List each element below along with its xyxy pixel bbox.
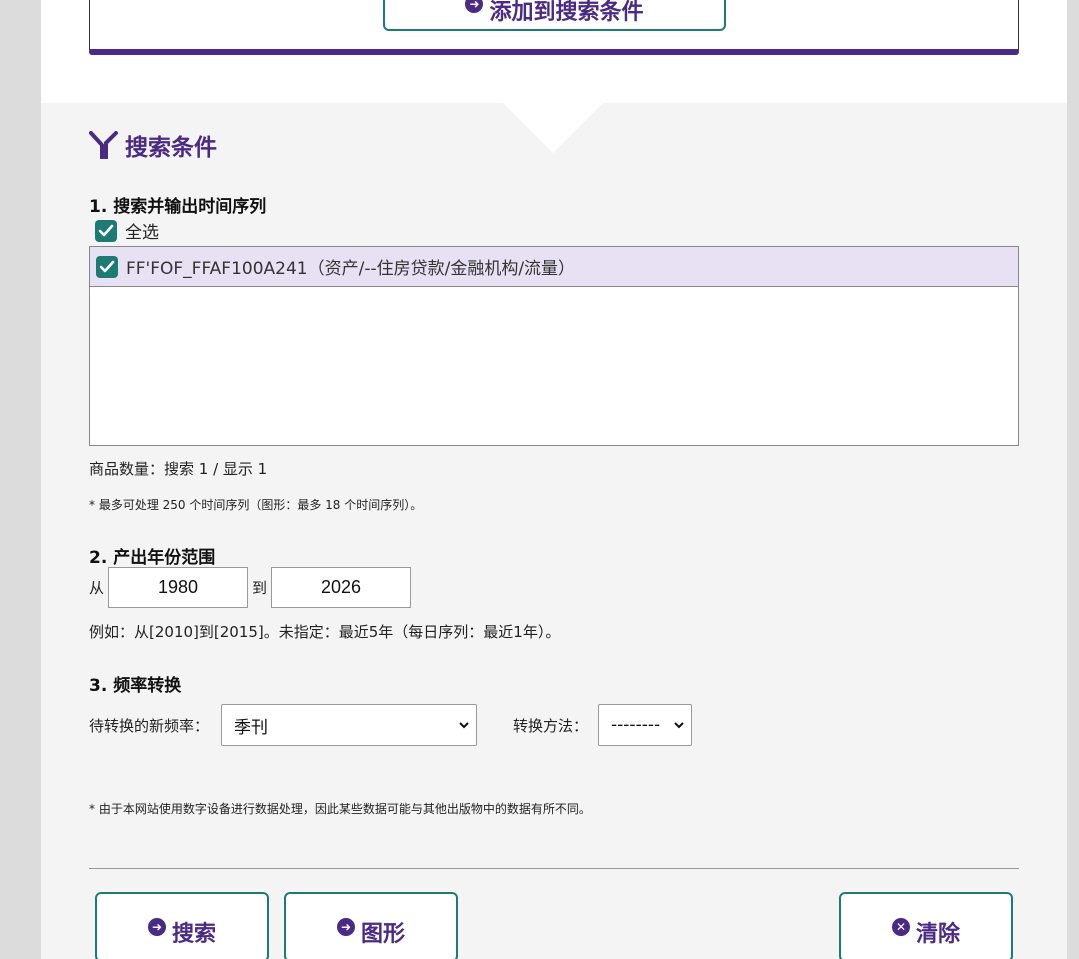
- series-list[interactable]: FF'FOF_FFAF100A241（资产/--住房贷款/金融机构/流量）: [89, 246, 1019, 446]
- graph-button[interactable]: ➜ 图形: [284, 892, 458, 959]
- year-example: 例如：从[2010]到[2015]。未指定：最近5年（每日序列：最近1年）。: [89, 623, 561, 641]
- search-button[interactable]: ➜ 搜索: [95, 892, 269, 959]
- select-all-label: 全选: [125, 223, 159, 243]
- arrow-circle-icon: ➜: [336, 918, 355, 936]
- step3-heading: 3. 频率转换: [89, 676, 182, 696]
- top-area: ➜ 添加到搜索条件: [41, 0, 1067, 103]
- step1-heading: 1. 搜索并输出时间序列: [89, 197, 267, 217]
- arrow-circle-icon: ➜: [147, 918, 166, 936]
- graph-button-label: 图形: [360, 922, 405, 947]
- clear-button[interactable]: ✕ 清除: [839, 892, 1013, 959]
- from-year-input[interactable]: [108, 567, 249, 608]
- series-item-label: FF'FOF_FFAF100A241（资产/--住房贷款/金融机构/流量）: [126, 259, 576, 279]
- method-value: --------: [611, 715, 661, 735]
- chevron-down-icon: [459, 722, 469, 729]
- new-frequency-value: 季刊: [234, 717, 269, 738]
- item-count: 商品数量：搜索 1 / 显示 1: [89, 460, 268, 478]
- limit-note: * 最多可处理 250 个时间序列（图形：最多 18 个时间序列）。: [89, 498, 423, 512]
- method-select[interactable]: --------: [598, 704, 693, 746]
- search-button-label: 搜索: [171, 922, 216, 947]
- step2-heading: 2. 产出年份范围: [89, 548, 216, 568]
- year-range: 从 到: [89, 567, 412, 608]
- checkbox-checked-icon: [95, 219, 117, 242]
- to-year-input[interactable]: [271, 567, 412, 608]
- new-frequency-select[interactable]: 季刊: [221, 704, 478, 746]
- method-label: 转换方法：: [513, 716, 589, 735]
- clear-button-label: 清除: [915, 922, 960, 947]
- chevron-down-icon: [674, 722, 684, 729]
- to-label: 到: [252, 579, 268, 597]
- add-button-label: 添加到搜索条件: [489, 0, 644, 25]
- series-item[interactable]: FF'FOF_FFAF100A241（资产/--住房贷款/金融机构/流量）: [90, 247, 1018, 287]
- divider: [89, 868, 1019, 869]
- checkbox-checked-icon[interactable]: [96, 255, 118, 278]
- select-all-checkbox[interactable]: 全选: [95, 218, 159, 243]
- pointer-notch: [503, 103, 603, 153]
- section-heading: 搜索条件: [89, 128, 217, 162]
- arrow-circle-icon: ➜: [465, 0, 484, 13]
- new-frequency-label: 待转换的新频率：: [89, 716, 210, 735]
- frequency-row: 待转换的新频率： 季刊 转换方法： --------: [89, 704, 693, 746]
- add-condition-box: ➜ 添加到搜索条件: [89, 0, 1019, 55]
- from-label: 从: [89, 579, 105, 597]
- filter-icon: [89, 131, 118, 159]
- x-circle-icon: ✕: [891, 918, 910, 936]
- add-to-conditions-button[interactable]: ➜ 添加到搜索条件: [383, 0, 726, 31]
- main-panel: ➜ 添加到搜索条件 搜索条件 1. 搜索并输出时间序列 全选 FF'FOF_FF…: [41, 0, 1067, 959]
- disclaimer: * 由于本网站使用数字设备进行数据处理，因此某些数据可能与其他出版物中的数据有所…: [89, 802, 591, 816]
- section-title: 搜索条件: [125, 135, 217, 161]
